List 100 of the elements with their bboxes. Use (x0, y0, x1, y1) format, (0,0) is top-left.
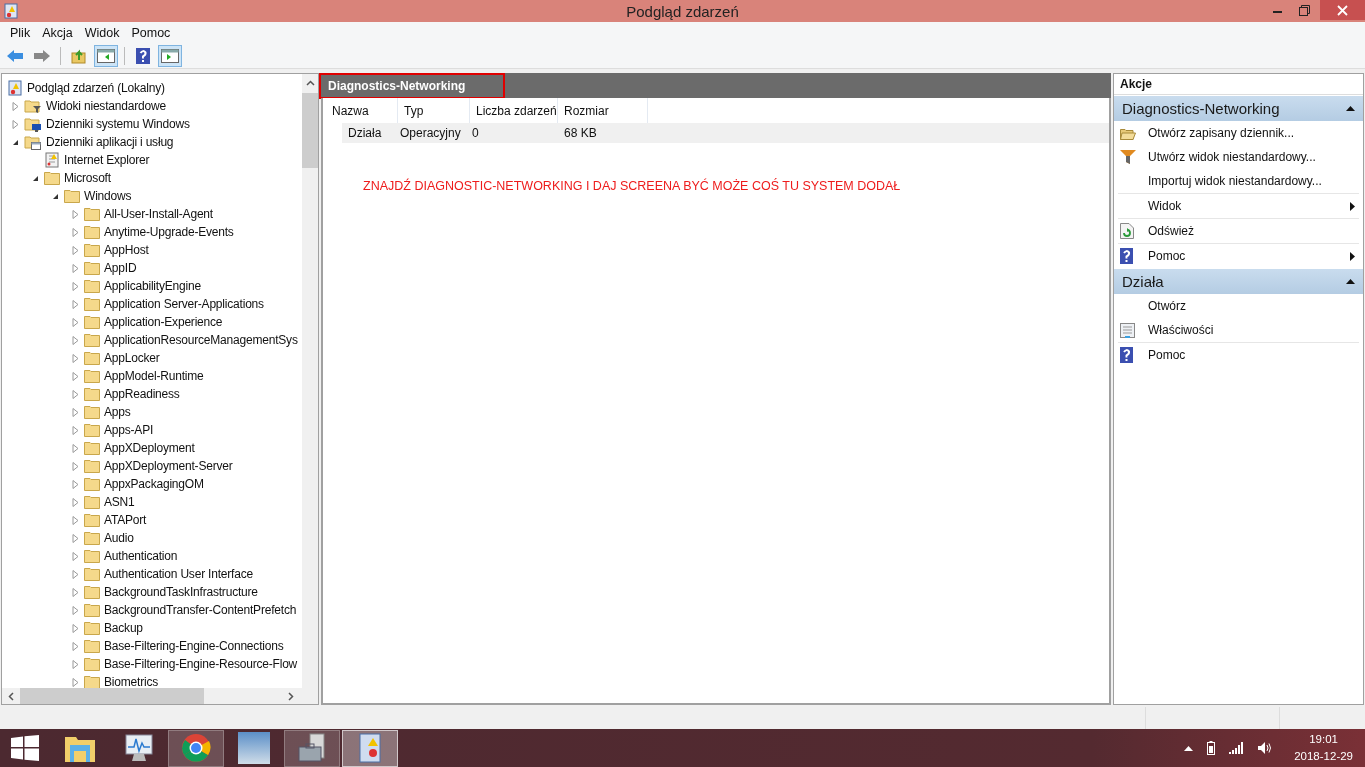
scrollbar-thumb[interactable] (20, 688, 204, 704)
action-item[interactable]: Widok (1148, 199, 1182, 213)
expand-arrow-icon[interactable] (72, 227, 79, 237)
expand-arrow-icon[interactable] (72, 209, 79, 219)
expand-arrow-icon[interactable] (72, 605, 79, 615)
action-item[interactable]: Pomoc (1148, 348, 1186, 362)
collapse-arrow-icon[interactable] (1346, 106, 1355, 111)
toolbox-button[interactable] (284, 729, 340, 767)
battery-icon[interactable] (1207, 741, 1216, 755)
action-row[interactable]: Odśwież (1118, 219, 1359, 244)
signal-icon[interactable] (1229, 742, 1245, 754)
expand-arrow-icon[interactable] (72, 479, 79, 489)
menu-item[interactable]: Akcja (36, 24, 79, 42)
tree-item[interactable]: Dzienniki aplikacji i usług (46, 135, 174, 149)
menu-item[interactable]: Plik (4, 24, 37, 42)
tree-item[interactable]: ATAPort (104, 513, 147, 527)
expand-arrow-icon[interactable] (72, 407, 79, 417)
expand-arrow-icon[interactable] (72, 587, 79, 597)
clock[interactable]: 19:01 2018-12-29 (1294, 731, 1353, 765)
collapse-arrow-icon[interactable] (32, 174, 39, 182)
tree-item[interactable]: Authentication User Interface (104, 567, 253, 581)
collapse-arrow-icon[interactable] (1346, 279, 1355, 284)
tree-item[interactable]: AppModel-Runtime (104, 369, 204, 383)
menu-item[interactable]: Widok (78, 24, 126, 42)
tree-item[interactable]: Apps-API (104, 423, 154, 437)
action-row[interactable]: Importuj widok niestandardowy... (1118, 169, 1359, 194)
tree-item[interactable]: Application Server-Applications (104, 297, 264, 311)
expand-arrow-icon[interactable] (72, 263, 79, 273)
expand-arrow-icon[interactable] (72, 443, 79, 453)
tree-item[interactable]: ApplicabilityEngine (104, 279, 201, 293)
tree-item[interactable]: BackgroundTransfer-ContentPrefetch (104, 603, 297, 617)
action-item[interactable]: Właściwości (1148, 323, 1214, 337)
event-viewer-button[interactable] (342, 729, 398, 767)
tree-item[interactable]: Microsoft (64, 171, 111, 185)
expand-arrow-icon[interactable] (72, 569, 79, 579)
tree-item[interactable]: AppLocker (104, 351, 160, 365)
tree-item[interactable]: ASN1 (104, 495, 135, 509)
tree-item[interactable]: Apps (104, 405, 131, 419)
section-header[interactable]: Działa (1114, 269, 1363, 294)
tree-item[interactable]: ApplicationResourceManagementSys (104, 333, 298, 347)
expand-arrow-icon[interactable] (72, 353, 79, 363)
action-row[interactable]: Pomoc (1118, 244, 1359, 268)
action-item[interactable]: Odśwież (1148, 224, 1194, 238)
pane-toggle-button[interactable] (158, 45, 182, 67)
expand-arrow-icon[interactable] (72, 371, 79, 381)
expand-arrow-icon[interactable] (72, 533, 79, 543)
expand-arrow-icon[interactable] (72, 659, 79, 669)
tree-item[interactable]: AppxPackagingOM (104, 477, 204, 491)
expand-arrow-icon[interactable] (72, 497, 79, 507)
collapse-arrow-icon[interactable] (12, 138, 19, 146)
action-item[interactable]: Otwórz (1148, 299, 1186, 313)
tree-item[interactable]: BackgroundTaskInfrastructure (104, 585, 258, 599)
tree-item[interactable]: Podgląd zdarzeń (Lokalny) (27, 81, 165, 95)
expand-arrow-icon[interactable] (72, 281, 79, 291)
tree-item[interactable]: AppHost (104, 243, 149, 257)
expand-arrow-icon[interactable] (72, 299, 79, 309)
section-header[interactable]: Diagnostics-Networking (1114, 96, 1363, 121)
action-item[interactable]: Pomoc (1148, 249, 1186, 263)
action-item[interactable]: Importuj widok niestandardowy... (1148, 174, 1322, 188)
table-row[interactable]: Działa Operacyjny 0 68 KB (342, 123, 1109, 143)
expand-arrow-icon[interactable] (72, 551, 79, 561)
action-row[interactable]: Otwórz (1118, 294, 1359, 318)
expand-arrow-icon[interactable] (72, 641, 79, 651)
expand-arrow-icon[interactable] (72, 389, 79, 399)
tree-item[interactable]: Base-Filtering-Engine-Connections (104, 639, 284, 653)
expand-arrow-icon[interactable] (12, 119, 19, 129)
scrollbar-thumb[interactable] (302, 93, 318, 168)
volume-icon[interactable] (1258, 742, 1273, 754)
action-item[interactable]: Utwórz widok niestandardowy... (1148, 150, 1316, 164)
expand-arrow-icon[interactable] (72, 335, 79, 345)
tree-item[interactable]: Windows (84, 189, 132, 203)
action-item[interactable]: Otwórz zapisany dziennik... (1148, 126, 1295, 140)
expand-arrow-icon[interactable] (72, 425, 79, 435)
tree-item[interactable]: AppID (104, 261, 137, 275)
menu-item[interactable]: Pomoc (125, 24, 177, 42)
vertical-scrollbar[interactable] (302, 74, 318, 688)
tree-item[interactable]: AppReadiness (104, 387, 180, 401)
expand-arrow-icon[interactable] (72, 245, 79, 255)
browser-button[interactable] (168, 729, 224, 767)
action-row[interactable]: Widok (1118, 194, 1359, 219)
tree-item[interactable]: Base-Filtering-Engine-Resource-Flow (104, 657, 298, 671)
tree-item[interactable]: Audio (104, 531, 134, 545)
tree-item[interactable]: Internet Explorer (64, 153, 150, 167)
action-row[interactable]: Właściwości (1118, 318, 1359, 343)
tree-item[interactable]: Application-Experience (104, 315, 223, 329)
action-row[interactable]: Utwórz widok niestandardowy... (1118, 145, 1359, 169)
expand-arrow-icon[interactable] (72, 623, 79, 633)
expand-arrow-icon[interactable] (72, 515, 79, 525)
tree-item[interactable]: Widoki niestandardowe (46, 99, 166, 113)
expand-arrow-icon[interactable] (72, 677, 79, 687)
scroll-up-icon[interactable] (305, 80, 315, 86)
close-button[interactable] (1320, 0, 1365, 20)
pane-toggle-button[interactable] (94, 45, 118, 67)
tree-item[interactable]: AppXDeployment (104, 441, 195, 455)
action-row[interactable]: Otwórz zapisany dziennik... (1118, 121, 1359, 145)
action-row[interactable]: Pomoc (1118, 343, 1359, 367)
tree-item[interactable]: Backup (104, 621, 143, 635)
tree-item[interactable]: AppXDeployment-Server (104, 459, 233, 473)
tree-item[interactable]: Authentication (104, 549, 178, 563)
expand-arrow-icon[interactable] (72, 317, 79, 327)
